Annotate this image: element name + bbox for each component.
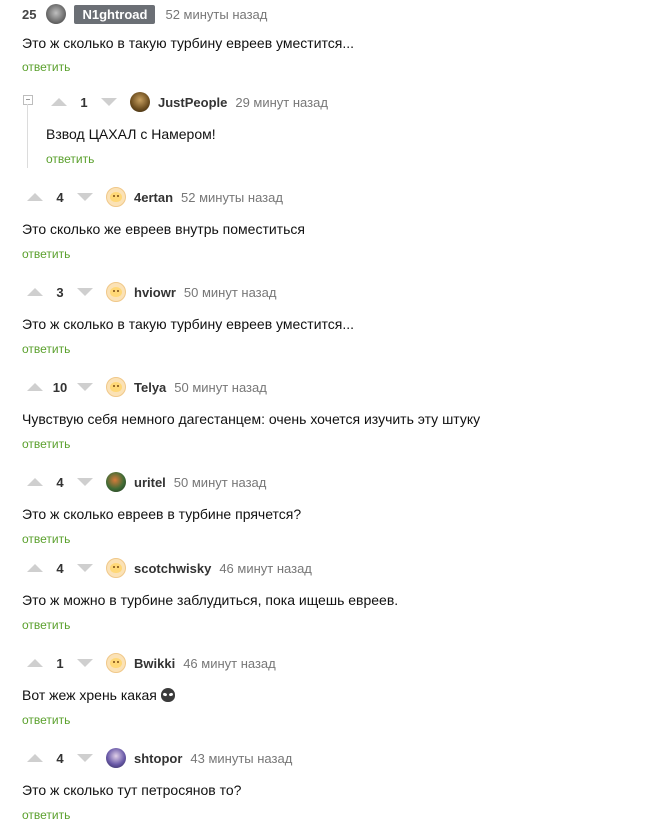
comment-username[interactable]: uritel bbox=[134, 475, 166, 490]
username-badge[interactable]: N1ghtroad bbox=[74, 4, 156, 24]
user-avatar[interactable] bbox=[106, 472, 126, 492]
downvote-arrow-icon[interactable] bbox=[74, 284, 96, 300]
downvote-arrow-icon[interactable] bbox=[74, 474, 96, 490]
comment-header: 4 shtopor 43 минуты назад bbox=[24, 746, 292, 770]
downvote-arrow-icon[interactable] bbox=[98, 94, 120, 110]
comment-score: 3 bbox=[56, 284, 64, 300]
comment-text: Это сколько же евреев внутрь поместиться bbox=[22, 221, 305, 237]
vote-control: 3 bbox=[24, 284, 96, 300]
comment-header: 10 Telya 50 минут назад bbox=[24, 375, 267, 399]
comment-score: 4 bbox=[56, 189, 64, 205]
reply-link[interactable]: ответить bbox=[22, 808, 70, 822]
comment-text: Взвод ЦАХАЛ с Намером! bbox=[46, 126, 216, 142]
comment-header: 4 scotchwisky 46 минут назад bbox=[24, 556, 312, 580]
downvote-arrow-icon[interactable] bbox=[74, 560, 96, 576]
comment-header: 4 4ertan 52 минуты назад bbox=[24, 185, 283, 209]
reply-link[interactable]: ответить bbox=[22, 713, 70, 727]
top-comment-header: 25 N1ghtroad 52 минуты назад bbox=[22, 2, 267, 26]
collapse-thread-button[interactable] bbox=[23, 95, 33, 105]
alien-icon bbox=[160, 688, 175, 702]
upvote-arrow-icon[interactable] bbox=[24, 560, 46, 576]
comment-text: Это ж сколько евреев в турбине прячется? bbox=[22, 506, 302, 522]
comment-username[interactable]: shtopor bbox=[134, 751, 182, 766]
reply-link[interactable]: ответить bbox=[46, 152, 94, 166]
upvote-arrow-icon[interactable] bbox=[24, 189, 46, 205]
comment-time[interactable]: 50 минут назад bbox=[184, 285, 277, 300]
comment-time[interactable]: 46 минут назад bbox=[219, 561, 312, 576]
downvote-arrow-icon[interactable] bbox=[74, 655, 96, 671]
comment-text: Это ж сколько тут петросянов то? bbox=[22, 782, 242, 798]
reply-link[interactable]: ответить bbox=[22, 247, 70, 261]
upvote-arrow-icon[interactable] bbox=[24, 474, 46, 490]
vote-control: 1 bbox=[24, 655, 96, 671]
upvote-arrow-icon[interactable] bbox=[24, 379, 46, 395]
comment-text: Чувствую себя немного дагестанцем: очень… bbox=[22, 411, 481, 427]
user-avatar[interactable] bbox=[106, 558, 126, 578]
reply-link[interactable]: ответить bbox=[22, 618, 70, 632]
comment-text: Это ж сколько в такую турбину евреев уме… bbox=[22, 316, 355, 332]
vote-control: 1 bbox=[48, 94, 120, 110]
reply-link[interactable]: ответить bbox=[22, 532, 70, 546]
comment-rating: 25 bbox=[22, 6, 37, 22]
user-avatar[interactable] bbox=[106, 377, 126, 397]
comment-time[interactable]: 43 минуты назад bbox=[190, 751, 292, 766]
comment-score: 4 bbox=[56, 474, 64, 490]
comment-header: 4 uritel 50 минут назад bbox=[24, 470, 266, 494]
downvote-arrow-icon[interactable] bbox=[74, 189, 96, 205]
vote-control: 4 bbox=[24, 189, 96, 205]
downvote-arrow-icon[interactable] bbox=[74, 750, 96, 766]
comment-username[interactable]: scotchwisky bbox=[134, 561, 211, 576]
comment-username[interactable]: hviowr bbox=[134, 285, 176, 300]
vote-control: 10 bbox=[24, 379, 96, 395]
comment-username[interactable]: Bwikki bbox=[134, 656, 175, 671]
vote-control: 4 bbox=[24, 750, 96, 766]
vote-control: 4 bbox=[24, 474, 96, 490]
user-avatar[interactable] bbox=[106, 282, 126, 302]
comment-time[interactable]: 52 минуты назад bbox=[165, 7, 267, 22]
user-avatar[interactable] bbox=[106, 653, 126, 673]
comment-score: 1 bbox=[80, 94, 88, 110]
comment-score: 4 bbox=[56, 750, 64, 766]
comment-header: 3 hviowr 50 минут назад bbox=[24, 280, 276, 304]
comment-username[interactable]: JustPeople bbox=[158, 95, 227, 110]
comment-time[interactable]: 46 минут назад bbox=[183, 656, 276, 671]
vote-control: 4 bbox=[24, 560, 96, 576]
comment-time[interactable]: 52 минуты назад bbox=[181, 190, 283, 205]
comment-text: Это ж можно в турбине заблудиться, пока … bbox=[22, 592, 399, 608]
user-avatar[interactable] bbox=[46, 4, 67, 24]
comment-text: Это ж сколько в такую турбину евреев уме… bbox=[22, 35, 355, 51]
comment-text: Вот жеж хрень какая bbox=[22, 687, 157, 703]
comment-score: 4 bbox=[56, 560, 64, 576]
upvote-arrow-icon[interactable] bbox=[24, 655, 46, 671]
upvote-arrow-icon[interactable] bbox=[24, 750, 46, 766]
user-avatar[interactable] bbox=[106, 748, 126, 768]
user-avatar[interactable] bbox=[106, 187, 126, 207]
comment-score: 10 bbox=[52, 379, 68, 395]
comment-header: 1 Bwikki 46 минут назад bbox=[24, 651, 276, 675]
comment-username[interactable]: 4ertan bbox=[134, 190, 173, 205]
upvote-arrow-icon[interactable] bbox=[48, 94, 70, 110]
upvote-arrow-icon[interactable] bbox=[24, 284, 46, 300]
reply-link[interactable]: ответить bbox=[22, 342, 70, 356]
user-avatar[interactable] bbox=[130, 92, 150, 112]
comment-time[interactable]: 50 минут назад bbox=[174, 380, 267, 395]
comment-time[interactable]: 50 минут назад bbox=[174, 475, 267, 490]
comment-time[interactable]: 29 минут назад bbox=[235, 95, 328, 110]
downvote-arrow-icon[interactable] bbox=[74, 379, 96, 395]
comment-text-line: Вот жеж хрень какая bbox=[22, 687, 175, 703]
thread-branch-line bbox=[27, 104, 28, 168]
reply-link[interactable]: ответить bbox=[22, 437, 70, 451]
reply-link[interactable]: ответить bbox=[22, 60, 70, 74]
comment-username[interactable]: Telya bbox=[134, 380, 166, 395]
comment-score: 1 bbox=[56, 655, 64, 671]
reply-comment-header: 1 JustPeople 29 минут назад bbox=[48, 90, 328, 114]
